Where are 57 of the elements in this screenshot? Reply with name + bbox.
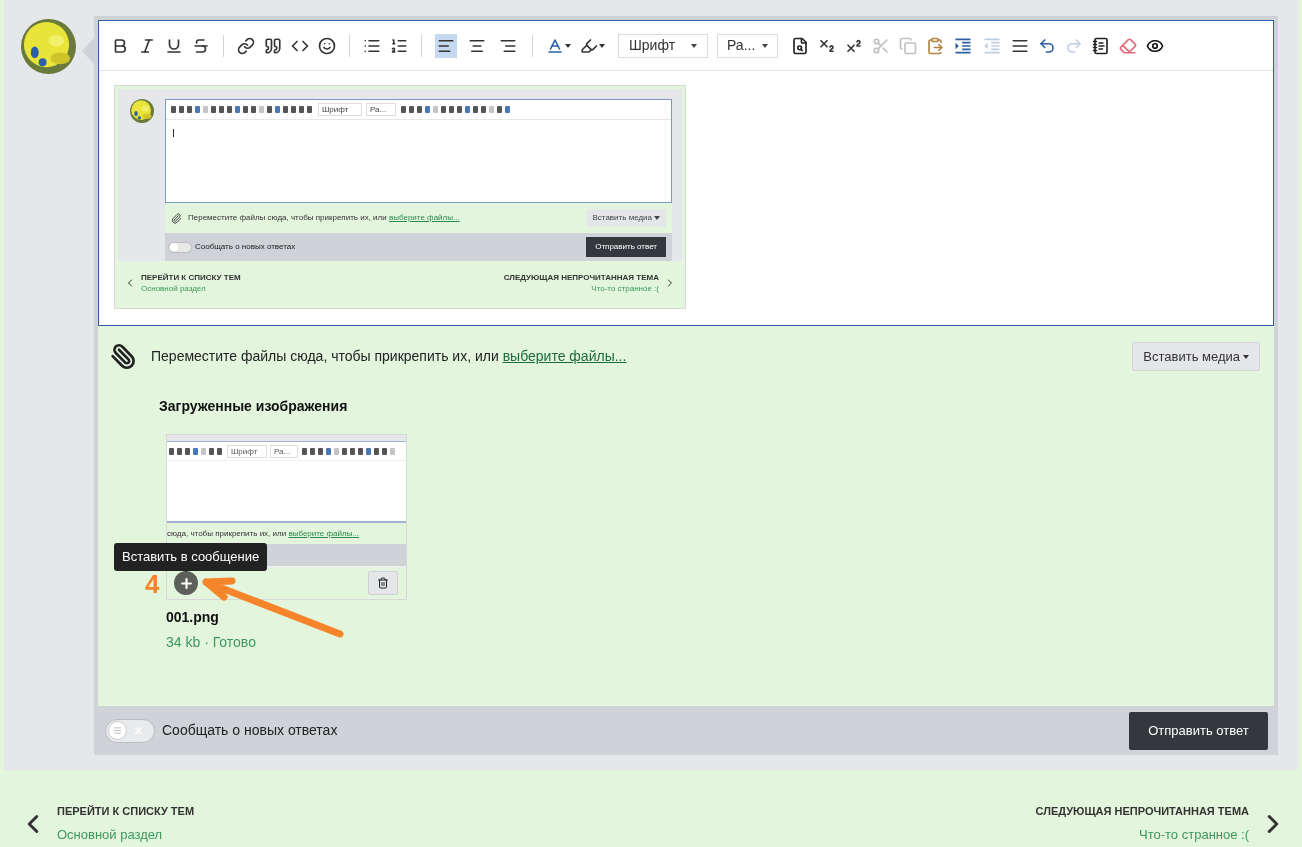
nav-title: СЛЕДУЮЩАЯ НЕПРОЧИТАННАЯ ТЕМА bbox=[503, 272, 659, 283]
text-color-icon[interactable] bbox=[546, 36, 564, 55]
paperclip-icon bbox=[110, 343, 137, 370]
insert-media-button[interactable]: Вставить медиа bbox=[1132, 342, 1260, 371]
size-select: Ра... bbox=[366, 103, 396, 116]
smiley-icon[interactable] bbox=[318, 36, 336, 55]
delete-button[interactable] bbox=[368, 571, 398, 595]
drop-hint: сюда, чтобы прикрепить их, или выберите файлы... bbox=[167, 527, 360, 540]
tooltip-pointer-icon bbox=[182, 568, 190, 572]
nav-title: ПЕРЕЙТИ К СПИСКУ ТЕМ bbox=[141, 272, 241, 283]
file-search-icon[interactable] bbox=[791, 36, 809, 55]
nav-title: ПЕРЕЙТИ К СПИСКУ ТЕМ bbox=[57, 804, 195, 819]
drop-hint: Переместите файлы сюда, чтобы прикрепить их, или выберите файлы... bbox=[151, 347, 627, 366]
caret-icon bbox=[654, 216, 660, 220]
grip-icon bbox=[113, 726, 122, 735]
italic-icon[interactable] bbox=[138, 36, 156, 55]
tooltip: Вставить в сообщение bbox=[114, 543, 268, 571]
annotation-number: 4 bbox=[145, 569, 160, 599]
size-select[interactable]: Ра... bbox=[717, 33, 778, 58]
trash-icon bbox=[377, 577, 389, 589]
avatar bbox=[130, 99, 154, 123]
highlighter-icon[interactable] bbox=[580, 36, 598, 55]
choose-files-link[interactable]: выберите файлы... bbox=[388, 213, 460, 222]
text-cursor bbox=[173, 129, 174, 137]
file-name: 001.png bbox=[166, 608, 220, 627]
link-icon[interactable] bbox=[237, 36, 255, 55]
caret-icon bbox=[1243, 354, 1249, 359]
file-meta: 34 kb · Готово bbox=[166, 633, 257, 652]
paperclip-icon bbox=[171, 212, 182, 224]
undo-icon[interactable] bbox=[1038, 36, 1056, 55]
drop-hint: Переместите файлы сюда, чтобы прикрепить их, или выберите файлы... bbox=[188, 212, 460, 224]
font-select[interactable]: Шрифт bbox=[618, 33, 708, 58]
notify-label: Сообщать о новых ответах bbox=[162, 721, 338, 740]
uploads-heading: Загруженные изображения bbox=[159, 397, 349, 416]
caret-icon bbox=[691, 43, 697, 48]
caret-icon bbox=[599, 43, 605, 48]
plus-icon bbox=[178, 575, 194, 591]
choose-files-link[interactable]: выберите файлы... bbox=[502, 348, 627, 364]
quote-icon[interactable] bbox=[264, 36, 282, 55]
nav-title: СЛЕДУЮЩАЯ НЕПРОЧИТАННАЯ ТЕМА bbox=[1035, 804, 1249, 819]
submit-button[interactable]: Отправить ответ bbox=[586, 237, 666, 257]
insert-media-button[interactable]: Вставить медиа bbox=[586, 209, 666, 227]
underline-icon[interactable] bbox=[165, 36, 183, 55]
paste-icon[interactable] bbox=[926, 36, 944, 55]
eraser-icon[interactable] bbox=[1119, 36, 1137, 55]
notebook-icon[interactable] bbox=[1092, 36, 1110, 55]
strikethrough-icon[interactable] bbox=[192, 36, 210, 55]
caret-icon bbox=[762, 43, 768, 48]
toolbar-icons-drawing bbox=[168, 447, 224, 455]
submit-button[interactable]: Отправить ответ bbox=[1129, 711, 1268, 750]
font-select: Шрифт bbox=[318, 103, 362, 116]
numbered-list-icon[interactable] bbox=[390, 36, 408, 55]
avatar bbox=[21, 19, 76, 74]
notify-label: Сообщать о новых ответах bbox=[195, 241, 296, 253]
notify-toggle[interactable] bbox=[105, 718, 155, 743]
notify-toggle[interactable] bbox=[168, 241, 192, 253]
caret-icon bbox=[565, 43, 571, 48]
